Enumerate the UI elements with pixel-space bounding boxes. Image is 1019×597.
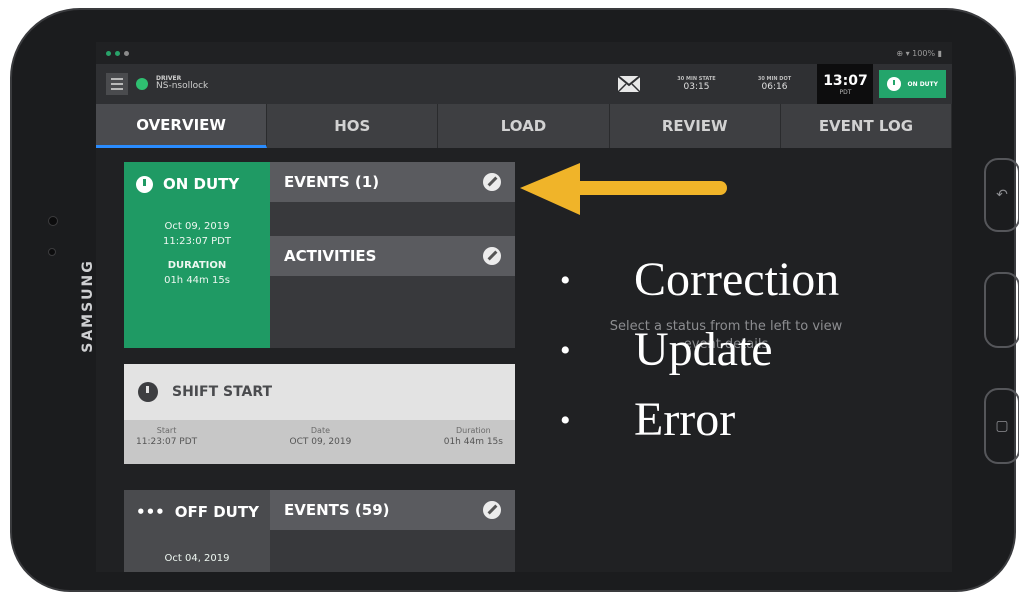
duty-status-label: ON DUTY bbox=[163, 175, 240, 193]
status-time: 11:23:07 PDT bbox=[163, 235, 231, 247]
clock-icon bbox=[136, 175, 153, 193]
clock: 13:07 PDT bbox=[817, 64, 874, 104]
shift-date: Date OCT 09, 2019 bbox=[289, 426, 352, 447]
tab-load[interactable]: LOAD bbox=[438, 104, 610, 148]
duration-label: DURATION bbox=[167, 260, 227, 271]
tab-overview[interactable]: OVERVIEW bbox=[96, 104, 268, 148]
events-header[interactable]: EVENTS (1) bbox=[270, 162, 515, 202]
annotation-arrow-icon bbox=[520, 163, 727, 215]
more-icon[interactable]: ••• bbox=[136, 503, 165, 521]
annotation-bullet-list: • Correction • Update • Error bbox=[560, 245, 839, 455]
battery-status: ⊕ ▾ 100% ▮ bbox=[896, 48, 942, 58]
tab-review[interactable]: REVIEW bbox=[610, 104, 781, 148]
back-key-icon[interactable]: ↶ bbox=[984, 158, 1019, 232]
clock-icon bbox=[138, 382, 158, 402]
duty-status-label: OFF DUTY bbox=[174, 503, 259, 521]
driver-status-dot bbox=[136, 78, 148, 90]
shift-start-title: SHIFT START bbox=[172, 384, 273, 400]
shift-start-card[interactable]: SHIFT START Start 11:23:07 PDT Date OCT … bbox=[124, 364, 515, 464]
timer-30min-state: 30 MIN STATE 03:15 bbox=[677, 75, 716, 92]
timer-30min-dot: 30 MIN DOT 06:16 bbox=[757, 75, 792, 92]
bullet-item: • Correction bbox=[560, 253, 840, 306]
notification-icon bbox=[115, 50, 120, 56]
sensor-dot bbox=[48, 216, 58, 226]
duty-status-button[interactable]: ON DUTY bbox=[879, 70, 946, 98]
tab-hos[interactable]: HOS bbox=[267, 104, 439, 148]
edit-icon[interactable] bbox=[483, 501, 501, 519]
driver-name: NS-nsollock bbox=[156, 81, 209, 92]
events-header[interactable]: EVENTS (59) bbox=[270, 490, 515, 530]
tab-bar: OVERVIEW HOS LOAD REVIEW EVENT LOG bbox=[96, 104, 952, 148]
recents-key-icon[interactable]: ▢ bbox=[984, 388, 1019, 464]
bullet-item: • Update bbox=[560, 323, 773, 376]
duration-value: 01h 44m 15s bbox=[164, 274, 230, 286]
shift-start-time: Start 11:23:07 PDT bbox=[136, 426, 198, 447]
off-duty-card[interactable]: ••• OFF DUTY Oct 04, 2019 EVENTS (59) bbox=[124, 490, 515, 572]
app-header: DRIVER NS-nsollock 30 MIN STATE 03:15 30… bbox=[96, 64, 952, 104]
status-date: Oct 04, 2019 bbox=[164, 553, 230, 564]
activities-header[interactable]: ACTIVITIES bbox=[270, 236, 515, 276]
edit-icon[interactable] bbox=[483, 247, 501, 265]
camera-icon bbox=[48, 248, 56, 256]
clock-icon bbox=[887, 77, 902, 91]
notification-icon bbox=[124, 50, 129, 56]
menu-icon[interactable] bbox=[106, 73, 128, 95]
notification-icon bbox=[106, 50, 111, 56]
bullet-item: • Error bbox=[560, 393, 736, 446]
on-duty-card[interactable]: ON DUTY Oct 09, 2019 11:23:07 PDT DURATI… bbox=[124, 162, 515, 348]
home-key[interactable] bbox=[984, 272, 1019, 348]
shift-duration: Duration 01h 44m 15s bbox=[443, 426, 503, 447]
tab-event-log[interactable]: EVENT LOG bbox=[781, 104, 952, 148]
driver-info[interactable]: DRIVER NS-nsollock bbox=[156, 75, 209, 92]
edit-icon[interactable] bbox=[483, 173, 501, 191]
status-date: Oct 09, 2019 bbox=[164, 221, 230, 232]
mail-icon[interactable] bbox=[617, 75, 642, 93]
android-status-bar: ⊕ ▾ 100% ▮ bbox=[96, 42, 952, 64]
